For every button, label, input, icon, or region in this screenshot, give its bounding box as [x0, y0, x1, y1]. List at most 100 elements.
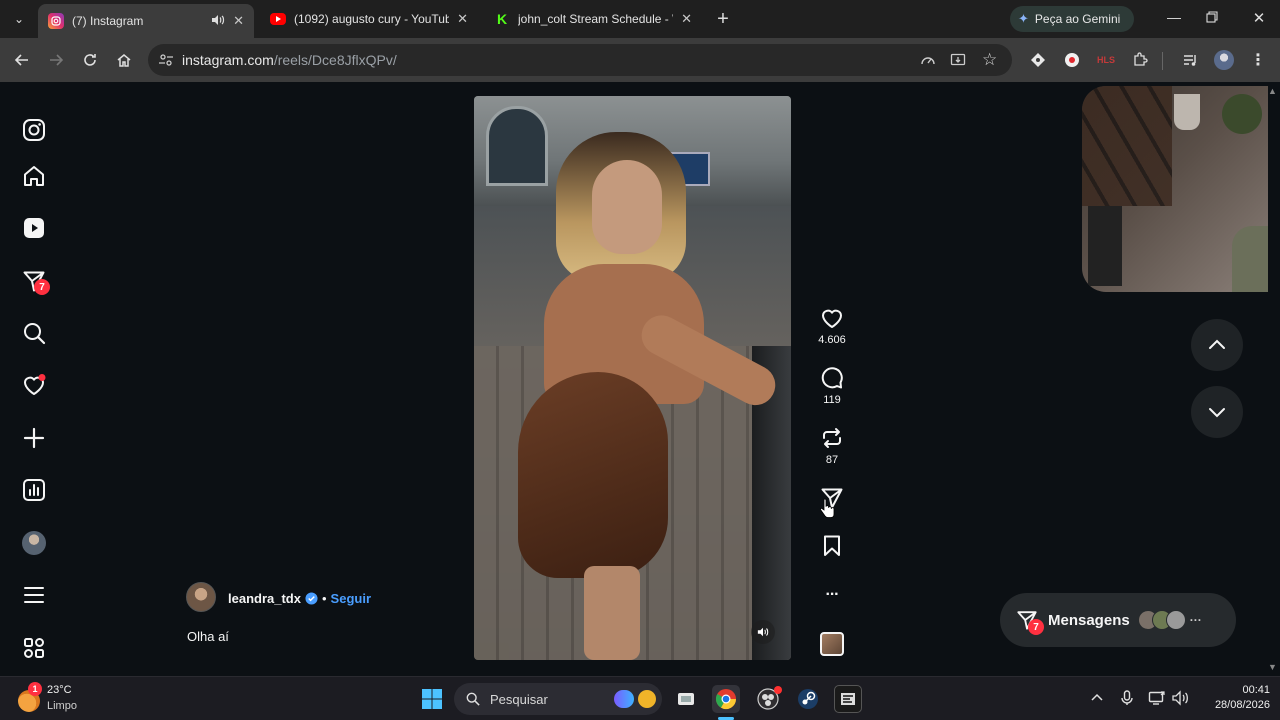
nav-profile-avatar[interactable] [21, 530, 47, 556]
follow-button[interactable]: Seguir [331, 591, 371, 606]
profile-avatar-icon[interactable] [1212, 48, 1236, 72]
nav-more-menu-icon[interactable] [21, 582, 47, 608]
new-tab-button[interactable]: + [712, 6, 734, 32]
search-highlight-icon [614, 690, 634, 708]
repost-icon[interactable] [820, 426, 844, 450]
tab-kick[interactable]: K john_colt Stream Schedule - Wa ✕ [484, 4, 702, 34]
audio-playing-icon[interactable] [211, 14, 225, 29]
volume-icon[interactable] [1172, 690, 1190, 711]
mute-toggle-icon[interactable] [751, 620, 775, 644]
back-icon[interactable] [10, 48, 34, 72]
nav-notifications-heart-icon[interactable] [21, 372, 47, 398]
repost-action[interactable]: 87 [813, 426, 851, 466]
site-settings-icon[interactable] [158, 52, 174, 71]
close-tab-icon[interactable]: ✕ [233, 13, 244, 29]
like-action[interactable]: 4.606 [813, 306, 851, 346]
forward-icon[interactable] [44, 48, 68, 72]
search-icon [466, 692, 480, 706]
performance-icon[interactable] [920, 52, 936, 71]
gemini-button[interactable]: ✦ Peça ao Gemini [1010, 6, 1134, 32]
chevron-up-icon [1209, 339, 1225, 349]
scrollbar-up-arrow-icon[interactable]: ▲ [1268, 86, 1277, 96]
audio-thumbnail[interactable] [820, 632, 844, 656]
windows-start-icon[interactable] [418, 685, 446, 713]
game-app-icon[interactable] [834, 685, 862, 713]
bookmark-icon[interactable] [820, 534, 844, 558]
nav-also-from-meta-icon[interactable] [21, 635, 47, 661]
nav-search-icon[interactable] [21, 320, 47, 346]
weather-widget[interactable]: 1 23°C Limpo [18, 682, 118, 716]
author-avatar[interactable] [186, 582, 216, 612]
home-icon[interactable] [112, 48, 136, 72]
reel-video[interactable] [474, 96, 791, 660]
reel-caption: Olha aí [187, 629, 229, 644]
webcam-lamp [1174, 94, 1200, 130]
taskbar-search-placeholder: Pesquisar [490, 691, 548, 707]
extensions-puzzle-icon[interactable] [1128, 48, 1152, 72]
system-clock[interactable]: 00:41 28/08/2026 [1200, 683, 1270, 713]
author-username[interactable]: leandra_tdx [228, 591, 301, 606]
instagram-favicon-icon [48, 13, 64, 29]
save-action[interactable] [813, 534, 851, 562]
mouse-cursor-icon [820, 498, 836, 525]
messages-more-icon[interactable]: ··· [1190, 613, 1202, 627]
browser-tab-strip: ⌄ (7) Instagram ✕ (1092) augusto cury - … [0, 0, 1280, 38]
nav-home-icon[interactable] [21, 163, 47, 189]
like-heart-icon[interactable] [820, 306, 844, 330]
nav-reels-icon[interactable] [21, 215, 47, 241]
scrollbar-down-arrow-icon[interactable]: ▼ [1268, 662, 1277, 672]
author-separator: • [321, 590, 327, 606]
weather-temperature: 23°C [47, 684, 72, 696]
address-bar[interactable]: instagram.com/reels/Dce8JflxQPv/ ☆ [148, 44, 1012, 76]
extension-hls-icon[interactable]: HLS [1094, 48, 1118, 72]
clock-date: 28/08/2026 [1214, 699, 1270, 711]
steam-app-icon[interactable] [794, 685, 822, 713]
weather-condition: Limpo [47, 700, 77, 712]
nav-create-icon[interactable] [21, 425, 47, 451]
webcam-hexagon-lights [1082, 86, 1172, 206]
bookmark-star-icon[interactable]: ☆ [982, 50, 997, 70]
minimize-window-icon[interactable]: — [1164, 9, 1184, 29]
comment-count: 119 [823, 394, 841, 406]
toolbar-divider [1162, 52, 1163, 70]
close-tab-icon[interactable]: ✕ [457, 11, 468, 27]
verified-badge-icon [305, 591, 318, 605]
install-app-icon[interactable] [950, 52, 966, 71]
close-window-icon[interactable]: ✕ [1250, 9, 1268, 27]
next-reel-button[interactable] [1191, 386, 1243, 438]
messages-button[interactable]: 7 Mensagens ··· [1000, 593, 1236, 647]
windows-taskbar: 1 23°C Limpo Pesquisar 00:41 28/08/2026 [0, 676, 1280, 720]
show-hidden-icons-chevron[interactable] [1090, 691, 1104, 710]
extension-record-icon[interactable] [1060, 48, 1084, 72]
comment-action[interactable]: 119 [813, 366, 851, 406]
media-controls-icon[interactable] [1178, 48, 1202, 72]
tab-youtube[interactable]: (1092) augusto cury - YouTube ✕ [260, 4, 478, 34]
more-options-button[interactable]: ··· [813, 586, 851, 604]
previous-reel-button[interactable] [1191, 319, 1243, 371]
reload-icon[interactable] [78, 48, 102, 72]
obs-recording-dot [774, 686, 782, 694]
task-view-icon[interactable] [672, 685, 700, 713]
author-row: leandra_tdx • Seguir [228, 589, 371, 607]
webcam-plant [1216, 86, 1268, 156]
nav-dashboard-icon[interactable] [21, 477, 47, 503]
close-tab-icon[interactable]: ✕ [681, 11, 692, 27]
browser-menu-icon[interactable]: ⋮ [1246, 48, 1270, 72]
extension-diamond-icon[interactable] [1026, 48, 1050, 72]
microphone-icon[interactable] [1120, 690, 1134, 711]
comment-bubble-icon[interactable] [820, 366, 844, 390]
restore-window-icon[interactable] [1206, 10, 1224, 28]
chrome-app-icon[interactable] [712, 685, 740, 713]
search-highlight-coin-icon [638, 690, 656, 708]
tab-search-chevron-icon[interactable]: ⌄ [10, 10, 28, 28]
obs-app-icon[interactable] [754, 685, 782, 713]
network-icon[interactable] [1148, 690, 1166, 711]
video-person-dress [518, 372, 668, 578]
address-path: /reels/Dce8JflxQPv/ [273, 52, 397, 68]
nav-direct-icon[interactable]: 7 [21, 268, 50, 295]
messages-label: Mensagens [1048, 611, 1130, 629]
chevron-down-icon [1209, 408, 1225, 418]
tab-instagram[interactable]: (7) Instagram ✕ [38, 4, 254, 38]
instagram-logo-icon[interactable] [21, 117, 47, 143]
taskbar-search-box[interactable]: Pesquisar [454, 683, 662, 715]
